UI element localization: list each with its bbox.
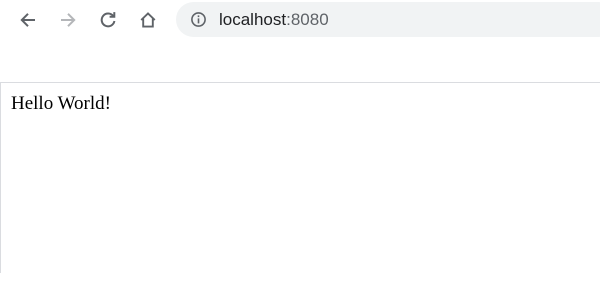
address-bar-url[interactable]: localhost:8080: [219, 10, 329, 30]
arrow-left-icon: [18, 10, 38, 30]
address-bar[interactable]: localhost:8080: [176, 2, 600, 37]
url-port: :8080: [286, 10, 329, 29]
arrow-right-icon: [58, 10, 78, 30]
back-button[interactable]: [14, 6, 42, 34]
browser-toolbar: localhost:8080: [0, 0, 600, 40]
page-viewport: Hello World!: [0, 83, 600, 273]
forward-button[interactable]: [54, 6, 82, 34]
browser-window: localhost:8080 Hello World!: [0, 0, 600, 306]
info-circle-icon[interactable]: [190, 11, 207, 28]
page-body-text: Hello World!: [11, 93, 111, 114]
home-button[interactable]: [134, 6, 162, 34]
reload-icon: [98, 10, 118, 30]
url-host: localhost: [219, 10, 287, 29]
reload-button[interactable]: [94, 6, 122, 34]
home-icon: [138, 10, 158, 30]
